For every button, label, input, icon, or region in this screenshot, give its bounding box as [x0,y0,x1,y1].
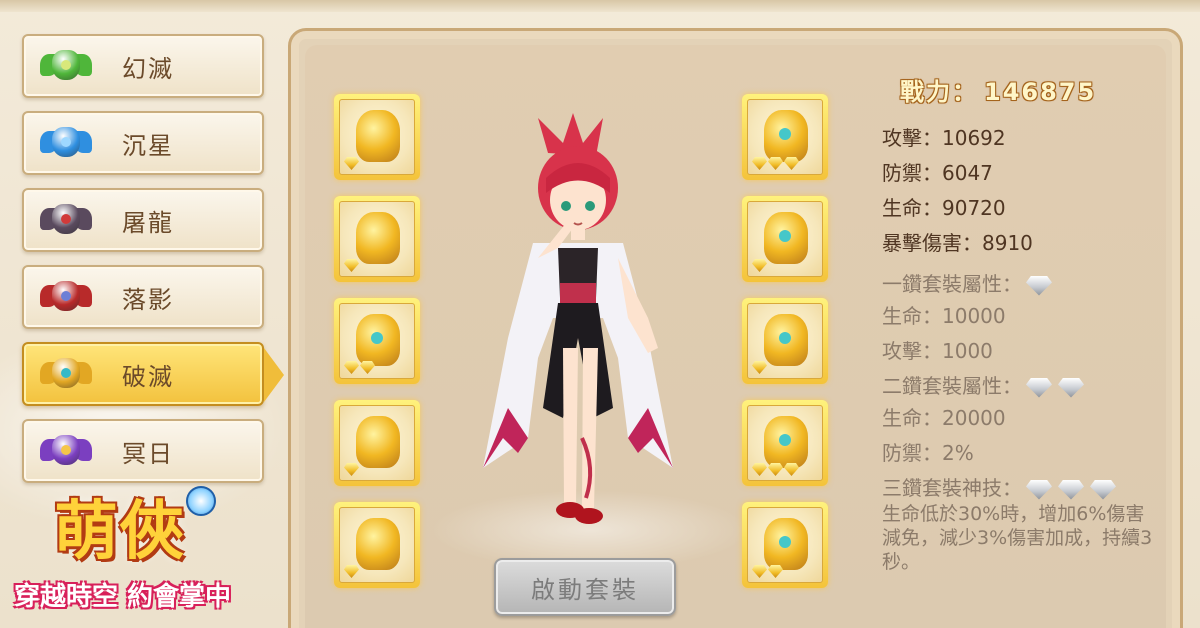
golden-gauntlet-icon [764,314,808,366]
blue-armor-icon [38,117,94,169]
golden-ring-icon [356,314,400,366]
sidebar-item-huanmie[interactable]: 幻滅 [22,34,264,98]
diamond-rank [344,361,375,374]
logo-subtitle: 穿越時空 約會掌中 [14,582,232,612]
logo-title: 萌俠 [54,495,186,569]
necklace-slot[interactable] [334,196,420,282]
diamond-icon [344,157,359,170]
green-armor-icon [38,40,94,92]
diamond-rank [344,157,359,170]
sidebar-item-tulong[interactable]: 屠龍 [22,188,264,252]
defense-stat: 防禦：6047 [882,161,993,185]
set3-title: 三鑽套裝神技： [882,476,1022,500]
diamond-icon [1058,479,1084,500]
golden-armor-icon [764,212,808,264]
set1-hp: 生命：10000 [882,304,1006,328]
set2-title-row: 二鑽套裝屬性： [882,370,1084,399]
set2-title: 二鑽套裝屬性： [882,374,1022,398]
character-model [483,113,673,524]
set2-diamond-icons [1026,377,1084,398]
combat-power-label: 戰力： [900,78,978,106]
purple-armor-icon [38,425,94,477]
weapon-slot[interactable] [334,94,420,180]
diamond-icon [344,259,359,272]
logo-badge-icon [186,486,216,516]
golden-boots-icon [764,518,808,570]
diamond-icon [752,157,767,170]
set3-skill-description: 生命低於30%時，增加6%傷害減免，減少3%傷害加成，持續3秒。 [882,503,1153,573]
set2-hp: 生命：20000 [882,406,1006,430]
diamond-icon [1026,275,1052,296]
sidebar-item-mingri[interactable]: 冥日 [22,419,264,483]
set1-diamond-icons [1026,275,1052,296]
set1-attack: 攻擊：1000 [882,339,993,363]
set3-diamond-icons [1026,479,1116,500]
crit-damage-stat: 暴擊傷害：8910 [882,231,1033,255]
sidebar-item-label: 沉星 [122,131,174,160]
amulet-slot[interactable] [334,400,420,486]
sidebar-item-label: 落影 [122,285,174,314]
combat-power: 戰力： 146875 [900,72,1096,107]
golden-leggings-icon [764,416,808,468]
dark-armor-icon [38,194,94,246]
sidebar-item-label: 幻滅 [122,54,174,83]
diamond-icon [1026,377,1052,398]
golden-sword-icon [356,110,400,162]
diamond-icon [360,361,375,374]
diamond-icon [1090,479,1116,500]
set1-title-row: 一鑽套裝屬性： [882,268,1052,297]
attack-stat: 攻擊：10692 [882,126,1006,150]
activate-set-button[interactable]: 啟動套裝 [494,558,676,616]
sidebar-item-chenxing[interactable]: 沉星 [22,111,264,175]
diamond-icon [1026,479,1052,500]
diamond-rank [752,463,799,476]
diamond-rank [752,565,783,578]
bracelet-slot[interactable] [334,502,420,588]
diamond-icon [1058,377,1084,398]
diamond-icon [344,463,359,476]
diamond-rank [752,259,767,272]
diamond-icon [784,157,799,170]
red-armor-icon [38,271,94,323]
diamond-rank [752,157,799,170]
leggings-slot[interactable] [742,400,828,486]
diamond-icon [344,565,359,578]
gauntlet-slot[interactable] [742,298,828,384]
hp-stat: 生命：90720 [882,196,1006,220]
diamond-icon [344,361,359,374]
sidebar-item-pomie[interactable]: 破滅 [22,342,284,406]
top-decoration-band [0,0,1200,12]
sidebar-item-luoying[interactable]: 落影 [22,265,264,329]
gold-armor-icon [38,348,94,400]
golden-amulet-icon [356,416,400,468]
diamond-icon [752,463,767,476]
diamond-rank [344,463,359,476]
set3-title-row: 三鑽套裝神技： [882,472,1116,501]
diamond-rank [344,259,359,272]
set2-defense: 防禦：2% [882,441,974,465]
golden-helmet-icon [764,110,808,162]
sidebar-item-label: 冥日 [122,439,174,468]
game-logo: 萌俠 穿越時空 約會掌中 [14,480,264,620]
diamond-icon [768,565,783,578]
set1-title: 一鑽套裝屬性： [882,272,1022,296]
diamond-icon [752,361,767,374]
diamond-icon [752,259,767,272]
armor-slot[interactable] [742,196,828,282]
golden-bracelet-icon [356,518,400,570]
sidebar-item-label: 屠龍 [122,208,174,237]
diamond-rank [752,361,767,374]
combat-power-value: 146875 [984,78,1097,106]
diamond-icon [768,157,783,170]
diamond-icon [768,463,783,476]
diamond-icon [752,565,767,578]
golden-necklace-icon [356,212,400,264]
ring-slot[interactable] [334,298,420,384]
diamond-rank [344,565,359,578]
helmet-slot[interactable] [742,94,828,180]
sidebar-item-label: 破滅 [122,362,174,391]
diamond-icon [784,463,799,476]
boots-slot[interactable] [742,502,828,588]
